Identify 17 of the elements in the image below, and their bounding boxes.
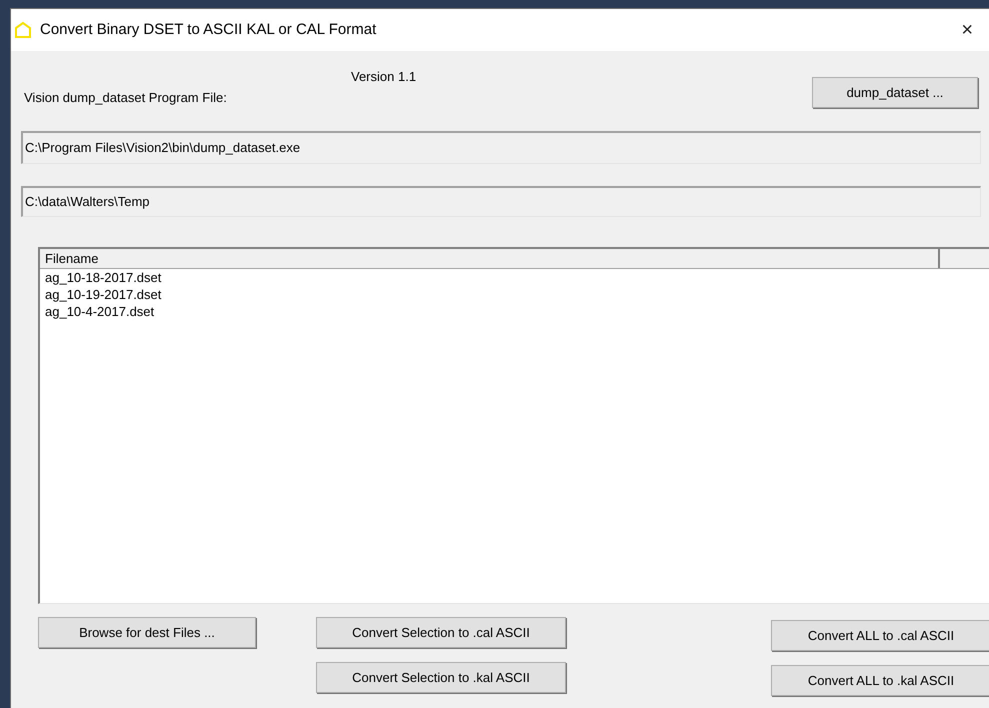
dest-path-field[interactable]: C:\data\Walters\Temp <box>21 186 981 217</box>
convert-selection-cal-button[interactable]: Convert Selection to .cal ASCII <box>316 617 566 648</box>
version-label: Version 1.1 <box>351 68 416 86</box>
window-title: Convert Binary DSET to ASCII KAL or CAL Format <box>40 20 378 40</box>
convert-selection-kal-button[interactable]: Convert Selection to .kal ASCII <box>316 662 566 693</box>
app-icon <box>14 21 32 39</box>
convert-all-kal-button[interactable]: Convert ALL to .kal ASCII <box>771 665 989 696</box>
program-file-label: Vision dump_dataset Program File: <box>24 88 227 107</box>
program-path-field[interactable]: C:\Program Files\Vision2\bin\dump_dataset.exe <box>21 131 981 164</box>
file-list-item[interactable]: ag_10-4-2017.dset <box>40 303 154 320</box>
dump-dataset-button[interactable]: dump_dataset ... <box>812 77 978 108</box>
close-button[interactable]: × <box>953 20 981 40</box>
browse-button[interactable]: Browse for dest Files ... <box>38 617 256 648</box>
convert-all-cal-button[interactable]: Convert ALL to .cal ASCII <box>771 620 989 651</box>
file-list-item[interactable]: ag_10-19-2017.dset <box>40 286 162 303</box>
file-list[interactable]: Filename ag_10-18-2017.dset ag_10-19-2017.dset ag_10-4-2017.dset <box>38 247 989 604</box>
file-list-item[interactable]: ag_10-18-2017.dset <box>40 269 162 286</box>
